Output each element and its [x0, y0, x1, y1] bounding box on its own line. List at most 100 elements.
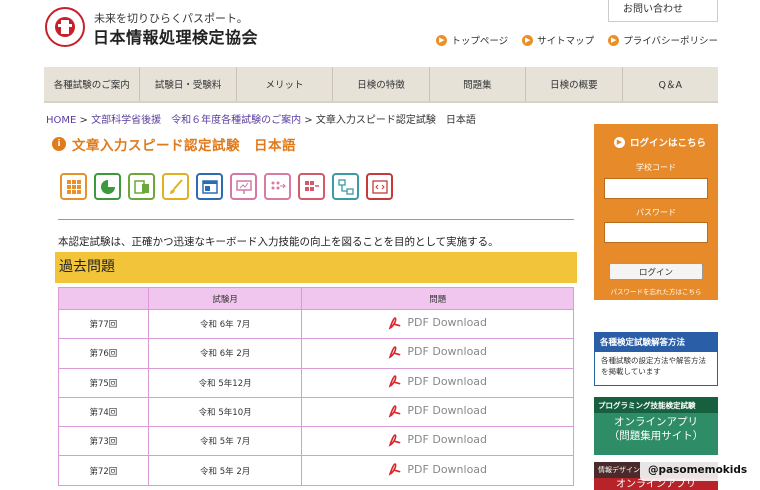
pdf-icon	[389, 463, 401, 476]
util-link-sitemap[interactable]: ▶ サイトマップ	[522, 33, 594, 47]
login-panel: ▶ ログインはこちら 学校コード パスワード ログイン パスワードを忘れた方はこ…	[594, 124, 718, 300]
arrow-circle-icon: ▶	[608, 34, 620, 46]
contact-link[interactable]: お問い合わせ	[608, 0, 718, 22]
download-cell: PDF Download	[301, 308, 574, 340]
page-title: 文章入力スピード認定試験 日本語	[72, 138, 296, 154]
answer-method-banner[interactable]: 各種検定試験解答方法 各種試験の設定方法や解答方法を掲載しています	[594, 332, 718, 386]
window-icon[interactable]	[196, 173, 223, 200]
download-cell: PDF Download	[301, 455, 574, 486]
flow-dots-icon[interactable]	[264, 173, 291, 200]
pdf-download-link[interactable]: PDF Download	[388, 316, 487, 330]
util-link-privacy[interactable]: ▶ プライバシーポリシー	[608, 33, 718, 47]
nav-item-dates-fees[interactable]: 試験日・受験料	[140, 67, 237, 101]
pdf-download-link[interactable]: PDF Download	[388, 404, 487, 418]
pdf-icon	[389, 404, 401, 418]
school-code-label: 学校コード	[636, 163, 676, 172]
table-row: 第72回 令和 5年 2月 PDF Download	[58, 455, 574, 486]
login-button[interactable]: ログイン	[609, 263, 703, 280]
month-cell: 令和 5年10月	[147, 396, 303, 428]
table-row: 第73回 令和 5年 7月 PDF Download	[58, 426, 574, 457]
download-cell: PDF Download	[301, 338, 574, 369]
nav-item-exams[interactable]: 各種試験のご案内	[44, 67, 141, 101]
section-divider	[58, 219, 574, 220]
round-cell: 第76回	[58, 338, 149, 369]
table-header-month: 試験月	[147, 287, 303, 310]
presentation-icon[interactable]	[230, 173, 257, 200]
util-link-label: トップページ	[451, 36, 509, 47]
site-header: 未来を切りひらくパスポート。 日本情報処理検定協会 お問い合わせ ▶ トップペー…	[0, 0, 760, 62]
table-row: 第74回 令和 5年10月 PDF Download	[58, 396, 574, 428]
download-cell: PDF Download	[301, 367, 574, 398]
forgot-password-link[interactable]: パスワードを忘れた方はこちら	[594, 286, 718, 296]
diagram-icon[interactable]	[332, 173, 359, 200]
util-link-label: プライバシーポリシー	[623, 36, 718, 47]
arrow-circle-icon: ▶	[436, 34, 448, 46]
association-logo-icon[interactable]	[44, 6, 86, 48]
download-cell: PDF Download	[301, 396, 574, 428]
breadcrumb-current: 文章入力スピード認定試験 日本語	[315, 115, 476, 126]
page-title-row: i 文章入力スピード認定試験 日本語	[52, 134, 296, 154]
pdf-download-link[interactable]: PDF Download	[388, 462, 487, 476]
utility-links: ▶ トップページ ▶ サイトマップ ▶ プライバシーポリシー	[436, 33, 718, 47]
category-icon-row	[60, 173, 393, 200]
table-row: 第75回 令和 5年12月 PDF Download	[58, 367, 574, 398]
nav-item-merits[interactable]: メリット	[237, 67, 334, 101]
arrow-circle-icon: ▶	[614, 136, 625, 148]
site-title[interactable]: 日本情報処理検定協会	[93, 24, 258, 48]
nav-item-overview[interactable]: 日検の概要	[526, 67, 623, 101]
month-cell: 令和 5年12月	[147, 367, 303, 398]
spreadsheet-icon[interactable]	[128, 173, 155, 200]
table-row: 第77回 令和 6年 7月 PDF Download	[58, 308, 574, 340]
pdf-download-link[interactable]: PDF Download	[388, 374, 487, 388]
programming-app-banner[interactable]: プログラミング技能検定試験 オンラインアプリ （問題集用サイト）	[594, 397, 718, 455]
info-icon: i	[52, 137, 66, 151]
util-link-top[interactable]: ▶ トップページ	[436, 33, 508, 47]
nav-item-qa[interactable]: Q＆A	[623, 67, 718, 101]
pdf-icon	[389, 434, 401, 447]
round-cell: 第72回	[58, 455, 149, 486]
table-row: 第76回 令和 6年 2月 PDF Download	[58, 338, 574, 369]
pdf-download-label: PDF Download	[407, 374, 488, 388]
nav-item-workbooks[interactable]: 問題集	[430, 67, 527, 101]
brush-icon[interactable]	[162, 173, 189, 200]
util-link-label: サイトマップ	[537, 36, 595, 47]
breadcrumb: HOME > 文部科学省後援 令和６年度各種試験のご案内 > 文章入力スピード認…	[46, 111, 476, 126]
pdf-icon	[389, 375, 401, 388]
pdf-icon	[389, 316, 401, 330]
banner-heading: 各種検定試験解答方法	[595, 333, 717, 352]
intro-text: 本認定試験は、正確かつ迅速なキーボード入力技能の向上を図ることを目的として実施す…	[58, 236, 499, 248]
flow-grid-icon[interactable]	[298, 173, 325, 200]
section-heading: 過去問題	[55, 252, 577, 283]
table-header-row: 試験月 問題	[58, 287, 574, 310]
table-header-round	[58, 287, 149, 310]
pie-chart-icon[interactable]	[94, 173, 121, 200]
pdf-download-link[interactable]: PDF Download	[388, 433, 487, 447]
school-code-input[interactable]	[604, 178, 708, 199]
pdf-download-label: PDF Download	[407, 433, 488, 447]
password-input[interactable]	[604, 222, 708, 243]
download-cell: PDF Download	[301, 426, 574, 457]
nav-item-features[interactable]: 日検の特徴	[333, 67, 430, 101]
month-cell: 令和 6年 2月	[147, 338, 303, 369]
round-cell: 第77回	[58, 308, 149, 340]
breadcrumb-exams[interactable]: 文部科学省後援 令和６年度各種試験のご案内	[91, 115, 301, 126]
month-cell: 令和 5年 2月	[147, 455, 303, 486]
banner-line: （問題集用サイト）	[608, 430, 704, 443]
login-title: ログインはこちら	[630, 138, 707, 149]
login-heading: ▶ ログインはこちら	[614, 135, 706, 149]
arrow-circle-icon: ▶	[522, 34, 534, 46]
watermark-label: @pasomemokids	[640, 459, 756, 481]
pdf-icon	[389, 346, 401, 359]
round-cell: 第75回	[58, 367, 149, 398]
table-header-problem: 問題	[301, 287, 574, 310]
round-cell: 第74回	[58, 396, 149, 428]
banner-line: オンラインアプリ	[614, 416, 698, 428]
pdf-download-label: PDF Download	[407, 462, 488, 476]
month-cell: 令和 5年 7月	[147, 426, 303, 457]
code-icon[interactable]	[366, 173, 393, 200]
round-cell: 第73回	[58, 426, 149, 457]
banner-text: 各種試験の設定方法や解答方法を掲載しています	[601, 356, 706, 376]
grid-icon[interactable]	[60, 173, 87, 200]
pdf-download-link[interactable]: PDF Download	[388, 345, 487, 359]
breadcrumb-home[interactable]: HOME	[46, 115, 76, 126]
